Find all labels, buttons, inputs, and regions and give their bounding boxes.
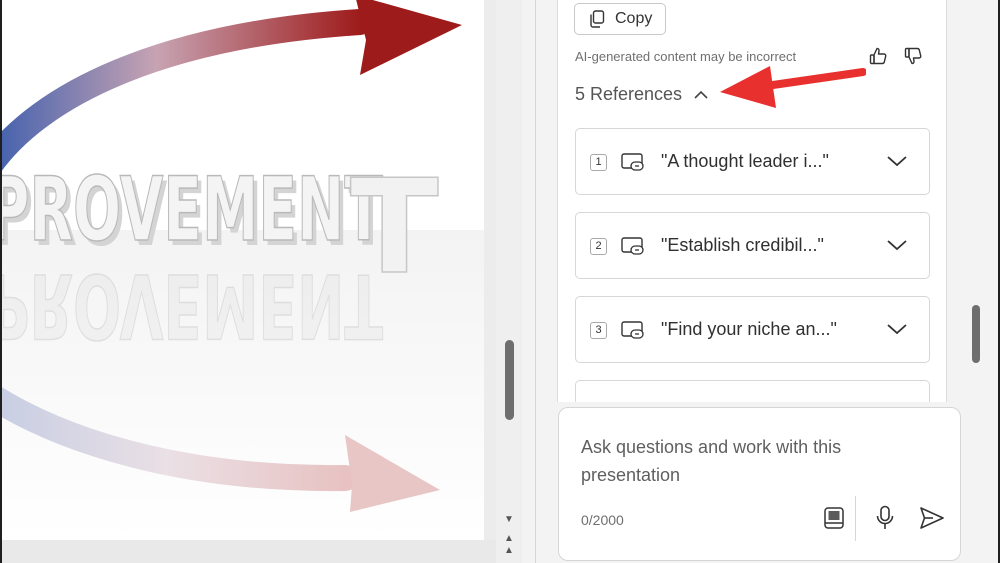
reference-number: 2 — [590, 238, 607, 255]
copy-button[interactable]: Copy — [574, 3, 666, 35]
reference-item-1[interactable]: 1 "A thought leader i..." — [575, 128, 930, 195]
reference-item-4-partial[interactable] — [575, 380, 930, 402]
reference-item-3[interactable]: 3 "Find your niche an..." — [575, 296, 930, 363]
reference-title: "Establish credibil..." — [661, 235, 824, 255]
chevron-up-icon — [694, 90, 708, 99]
references-toggle[interactable]: 5 References — [575, 84, 708, 105]
annotation-arrow — [720, 66, 866, 108]
prompt-guide-icon[interactable] — [823, 506, 845, 530]
chevron-down-icon[interactable] — [886, 237, 908, 253]
red-arrow-head — [356, 0, 462, 75]
next-slide-icon[interactable]: ▲ — [502, 545, 516, 557]
word-art-reflection: PROVEMENT — [0, 253, 384, 358]
scroll-down-arrow-icon[interactable]: ▼ — [502, 514, 516, 526]
slide-scroll-track[interactable] — [496, 0, 522, 563]
slide-footer-strip — [0, 540, 496, 563]
chat-input[interactable]: Ask questions and work with this present… — [581, 433, 901, 489]
previous-slide-icon[interactable]: ▲ — [502, 533, 516, 545]
thumbs-up-icon[interactable] — [868, 46, 888, 66]
reference-number: 1 — [590, 154, 607, 171]
reference-title: "Find your niche an..." — [661, 319, 837, 339]
input-divider — [855, 496, 856, 541]
slide-edge — [484, 0, 496, 540]
link-card-icon — [621, 237, 644, 255]
chevron-down-icon[interactable] — [886, 321, 908, 337]
send-icon[interactable] — [919, 506, 945, 530]
reference-item-2[interactable]: 2 "Establish credibil..." — [575, 212, 930, 279]
reference-title: "A thought leader i..." — [661, 151, 829, 171]
chevron-down-icon[interactable] — [886, 153, 908, 169]
chat-input-box[interactable]: Ask questions and work with this present… — [558, 407, 961, 561]
link-card-icon — [621, 321, 644, 339]
character-count: 0/2000 — [581, 512, 624, 528]
reference-number: 3 — [590, 322, 607, 339]
copy-label: Copy — [615, 10, 653, 27]
copy-icon — [590, 10, 605, 28]
svg-text:PROVEMENT: PROVEMENT — [0, 254, 383, 357]
link-card-icon — [621, 153, 644, 171]
microphone-icon[interactable] — [875, 505, 895, 531]
pane-scroll-thumb[interactable] — [972, 305, 980, 363]
word-art-text: PROVEMENT — [0, 158, 383, 261]
pane-divider — [535, 0, 536, 563]
slide-graphic: PROVEMENT PROVEMENT T PROVEMENT — [0, 0, 484, 540]
slide-canvas[interactable]: PROVEMENT PROVEMENT T PROVEMENT — [0, 0, 484, 540]
thumbs-down-icon[interactable] — [903, 46, 923, 66]
references-label: 5 References — [575, 84, 683, 104]
slide-scroll-thumb[interactable] — [505, 340, 514, 420]
